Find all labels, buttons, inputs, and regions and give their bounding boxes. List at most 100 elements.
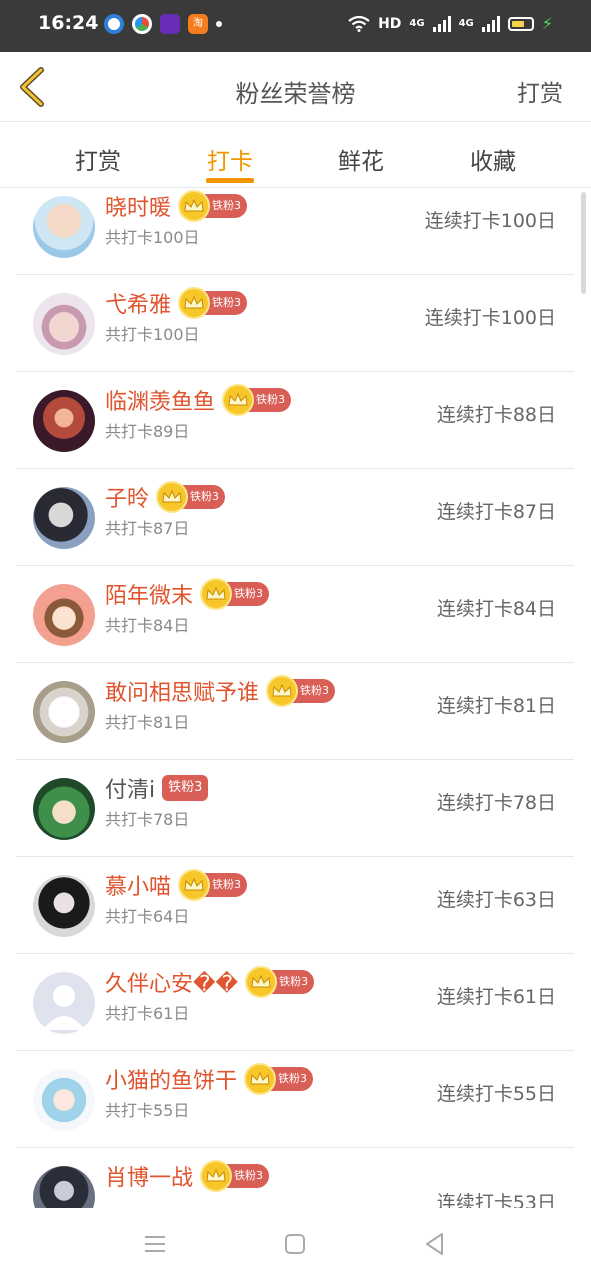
more-notifications-dot xyxy=(216,21,222,27)
reward-button[interactable]: 打赏 xyxy=(517,74,563,108)
taobao-app-icon: 淘 xyxy=(188,14,208,34)
fan-name[interactable]: 慕小喵 xyxy=(105,869,171,901)
status-right: HD 4G 4G ⚡ xyxy=(348,14,553,33)
level-label: 铁粉3 xyxy=(204,194,248,218)
tab-checkin[interactable]: 打卡 xyxy=(185,142,275,176)
signal-icon-2 xyxy=(481,15,500,32)
streak-checkin: 连续打卡81日 xyxy=(436,695,556,717)
fan-name[interactable]: 子昤 xyxy=(105,481,149,513)
fan-name[interactable]: 付清i xyxy=(105,772,155,804)
fan-name[interactable]: 肖博一战 xyxy=(105,1160,193,1192)
list-item[interactable]: 临渊羡鱼鱼 铁粉3 共打卡89日 连续打卡88日 xyxy=(16,372,574,469)
fan-name[interactable]: 陌年微末 xyxy=(105,578,193,610)
fan-name[interactable]: 久伴心安�� xyxy=(105,966,238,998)
tab-flowers[interactable]: 鲜花 xyxy=(316,142,406,176)
crown-icon xyxy=(222,384,255,416)
list-item[interactable]: 慕小喵 铁粉3 共打卡64日 连续打卡63日 xyxy=(16,857,574,954)
status-bar: 16:24 淘 HD 4G 4G ⚡ xyxy=(0,0,591,52)
tab-favorites[interactable]: 收藏 xyxy=(448,142,538,176)
home-icon[interactable] xyxy=(281,1230,309,1258)
page-title: 粉丝荣誉榜 xyxy=(235,80,356,108)
fan-name[interactable]: 敢问相思赋予谁 xyxy=(105,675,259,707)
total-checkin: 共打卡61日 xyxy=(105,1004,190,1023)
wifi-icon xyxy=(348,15,370,32)
level-label: 铁粉3 xyxy=(182,485,226,509)
avatar[interactable] xyxy=(33,487,95,549)
level-label: 铁粉3 xyxy=(226,582,270,606)
streak-checkin: 连续打卡100日 xyxy=(424,210,556,232)
notification-icons: 淘 xyxy=(104,14,222,34)
fan-name[interactable]: 临渊羡鱼鱼 xyxy=(105,384,215,416)
fan-name[interactable]: 晓时暖 xyxy=(105,190,171,222)
streak-checkin: 连续打卡88日 xyxy=(436,404,556,426)
level-label: 铁粉3 xyxy=(248,388,292,412)
tab-reward[interactable]: 打赏 xyxy=(53,142,143,176)
avatar[interactable] xyxy=(33,584,95,646)
list-item[interactable]: 陌年微末 铁粉3 共打卡84日 连续打卡84日 xyxy=(16,566,574,663)
avatar[interactable] xyxy=(33,972,95,1034)
total-checkin: 共打卡55日 xyxy=(105,1101,190,1120)
level-label: 铁粉3 xyxy=(162,775,209,801)
total-checkin: 共打卡64日 xyxy=(105,907,190,926)
level-label: 铁粉3 xyxy=(226,1164,270,1188)
crown-icon xyxy=(266,675,299,707)
default-avatar-icon xyxy=(43,985,85,1030)
level-label: 铁粉3 xyxy=(270,1067,314,1091)
crown-icon xyxy=(178,287,211,319)
avatar[interactable] xyxy=(33,1069,95,1131)
video-app-icon xyxy=(160,14,180,34)
system-nav-bar xyxy=(0,1208,591,1280)
avatar[interactable] xyxy=(33,1166,95,1208)
list-item[interactable]: 付清i 铁粉3 共打卡78日 连续打卡78日 xyxy=(16,760,574,857)
streak-checkin: 连续打卡55日 xyxy=(436,1083,556,1105)
battery-icon xyxy=(507,16,534,31)
back-icon[interactable] xyxy=(421,1230,449,1258)
level-label: 铁粉3 xyxy=(204,291,248,315)
level-label: 铁粉3 xyxy=(204,873,248,897)
fan-level-badge: 铁粉3 xyxy=(162,775,209,801)
fan-level-badge: 铁粉3 xyxy=(244,1063,314,1095)
total-checkin: 共打卡87日 xyxy=(105,519,190,538)
avatar[interactable] xyxy=(33,681,95,743)
fan-level-badge: 铁粉3 xyxy=(266,675,336,707)
active-tab-indicator xyxy=(206,178,254,183)
level-label: 铁粉3 xyxy=(271,970,315,994)
fan-list: 晓时暖 铁粉3 共打卡100日 连续打卡100日 弋希雅 铁粉3 共打卡100日… xyxy=(0,188,591,1208)
streak-checkin: 连续打卡87日 xyxy=(436,501,556,523)
signal-label-2: 4G xyxy=(458,18,474,29)
fan-name[interactable]: 小猫的鱼饼干 xyxy=(105,1063,237,1095)
menu-icon[interactable] xyxy=(141,1230,169,1258)
streak-checkin: 连续打卡63日 xyxy=(436,889,556,911)
avatar[interactable] xyxy=(33,778,95,840)
list-item[interactable]: 弋希雅 铁粉3 共打卡100日 连续打卡100日 xyxy=(16,275,574,372)
status-time: 16:24 xyxy=(38,12,99,34)
streak-checkin: 连续打卡78日 xyxy=(436,792,556,814)
crown-icon xyxy=(178,869,211,901)
streak-checkin: 连续打卡53日 xyxy=(436,1192,556,1208)
fan-level-badge: 铁粉3 xyxy=(156,481,226,513)
avatar[interactable] xyxy=(33,875,95,937)
crown-icon xyxy=(200,1160,233,1192)
avatar[interactable] xyxy=(33,293,95,355)
hd-label: HD xyxy=(378,15,402,32)
gallery-app-icon xyxy=(132,14,152,34)
total-checkin: 共打卡89日 xyxy=(105,422,190,441)
fan-level-badge: 铁粉3 xyxy=(178,287,248,319)
list-item[interactable]: 子昤 铁粉3 共打卡87日 连续打卡87日 xyxy=(16,469,574,566)
crown-icon xyxy=(200,578,233,610)
crown-icon xyxy=(156,481,189,513)
total-checkin: 共打卡81日 xyxy=(105,713,190,732)
crown-icon xyxy=(244,1063,277,1095)
avatar[interactable] xyxy=(33,390,95,452)
fan-name[interactable]: 弋希雅 xyxy=(105,287,171,319)
list-item[interactable]: 肖博一战 铁粉3 连续打卡53日 xyxy=(16,1148,574,1208)
list-item[interactable]: 久伴心安�� 铁粉3 共打卡61日 连续打卡61日 xyxy=(16,954,574,1051)
total-checkin: 共打卡84日 xyxy=(105,616,190,635)
list-item[interactable]: 小猫的鱼饼干 铁粉3 共打卡55日 连续打卡55日 xyxy=(16,1051,574,1148)
app-header: 粉丝荣誉榜 打赏 xyxy=(0,52,591,122)
list-item[interactable]: 晓时暖 铁粉3 共打卡100日 连续打卡100日 xyxy=(16,188,574,275)
fan-level-badge: 铁粉3 xyxy=(222,384,292,416)
list-item[interactable]: 敢问相思赋予谁 铁粉3 共打卡81日 连续打卡81日 xyxy=(16,663,574,760)
avatar[interactable] xyxy=(33,196,95,258)
list-scrollbar[interactable] xyxy=(581,192,586,294)
